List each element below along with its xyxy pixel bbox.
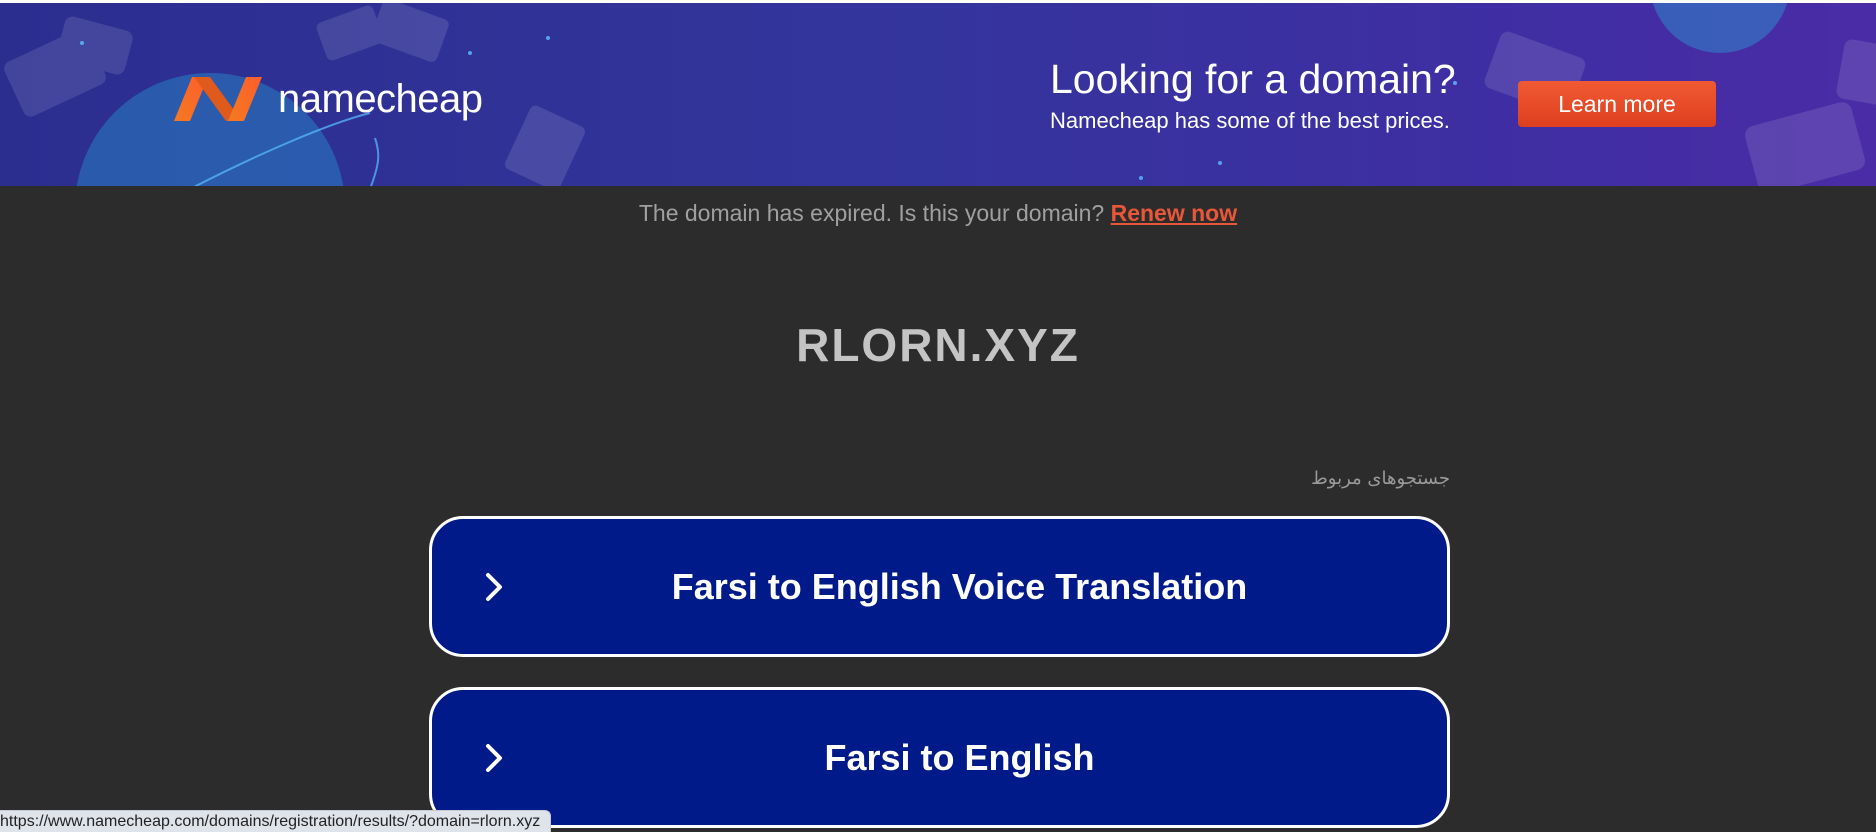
page: namecheap Looking for a domain? Namechea… [0, 0, 1876, 832]
status-bar-url: https://www.namecheap.com/domains/regist… [0, 810, 552, 832]
learn-more-button[interactable]: Learn more [1518, 81, 1716, 127]
related-search-button-2[interactable]: Farsi to English [429, 687, 1450, 828]
expired-text: The domain has expired. Is this your dom… [638, 200, 1105, 226]
related-searches-label: جستجوهای مربوط [1311, 468, 1450, 489]
namecheap-logo[interactable]: namecheap [170, 69, 483, 129]
related-search-button-1[interactable]: Farsi to English Voice Translation [429, 516, 1450, 657]
namecheap-n-logo-icon [174, 77, 262, 121]
brand-name: namecheap [278, 76, 483, 121]
related-search-label: Farsi to English [824, 736, 1095, 778]
promo-banner[interactable]: namecheap Looking for a domain? Namechea… [0, 0, 1876, 186]
related-search-label: Farsi to English Voice Translation [671, 565, 1248, 607]
domain-name-title: RLORN.XYZ [796, 319, 1080, 371]
promo-text: Looking for a domain? Namecheap has some… [1050, 55, 1456, 135]
expired-notice: The domain has expired. Is this your dom… [0, 200, 1876, 227]
renew-now-link[interactable]: Renew now [1111, 200, 1238, 226]
promo-subtitle: Namecheap has some of the best prices. [1050, 108, 1450, 133]
promo-title: Looking for a domain? [1050, 56, 1456, 102]
